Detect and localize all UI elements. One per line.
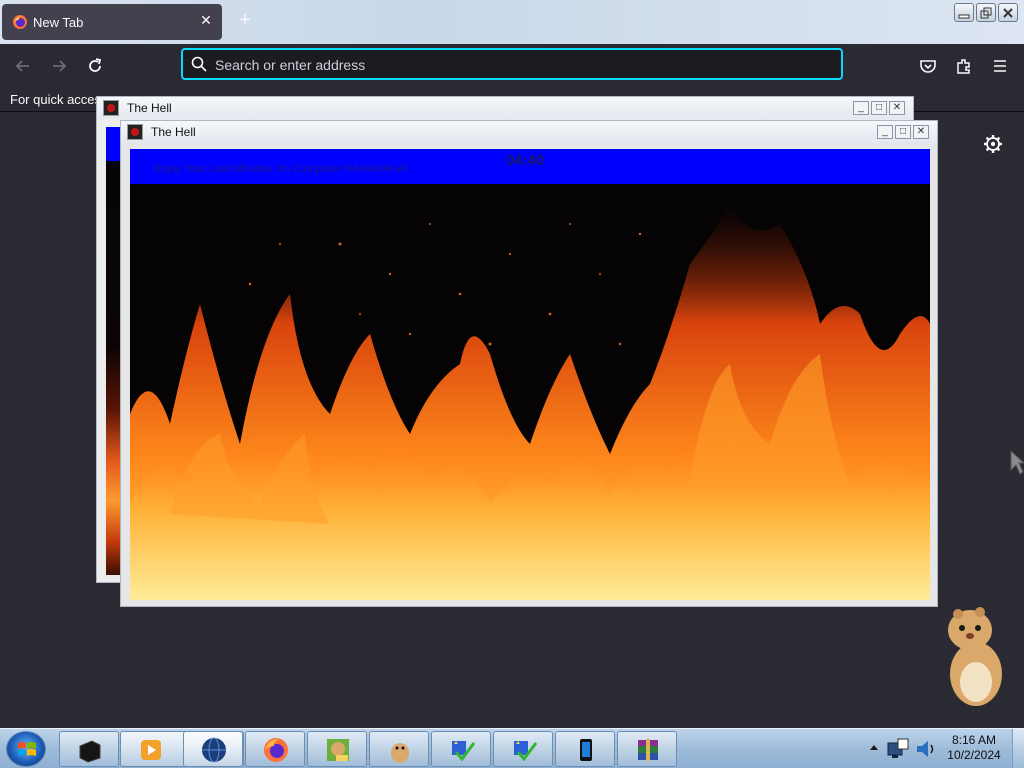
tray-expand-icon[interactable] [870, 743, 878, 751]
taskbar-checklist-app[interactable] [431, 731, 491, 767]
black-box-icon [79, 740, 101, 763]
reload-button[interactable] [82, 53, 108, 79]
window-buttons: _ □ ✕ [877, 125, 931, 140]
bookmarks-hint: For quick access [10, 92, 108, 107]
minimize-button[interactable]: _ [877, 125, 893, 139]
tab-new-tab[interactable]: New Tab ✕ [2, 4, 222, 40]
skull-app-icon [103, 100, 119, 116]
restore-button[interactable] [976, 3, 996, 22]
close-window-button[interactable] [998, 3, 1018, 22]
network-icon[interactable] [886, 737, 910, 761]
media-player-icon [141, 740, 161, 760]
system-clock[interactable]: 8:16 AM 10/2/2024 [942, 733, 1006, 763]
pocket-button[interactable] [915, 53, 941, 79]
volume-icon[interactable] [914, 737, 938, 761]
taskbar-winrar[interactable] [617, 731, 677, 767]
show-desktop-button[interactable] [1012, 729, 1024, 768]
phone-icon [580, 739, 592, 761]
the-hell-window-front[interactable]: The Hell _ □ ✕ 04:40 Enjoy Your Last Min… [120, 120, 938, 607]
globe-icon [202, 737, 226, 763]
reload-icon [89, 58, 102, 72]
window-titlebar[interactable]: The Hell _ □ ✕ [97, 97, 913, 119]
close-icon [1003, 8, 1013, 18]
warning-text: Enjoy Your Last Minutes On Computer HAHA… [154, 163, 409, 175]
address-input[interactable] [215, 55, 815, 75]
hell-banner: 04:40 Enjoy Your Last Minutes On Compute… [130, 149, 930, 184]
arrow-right-icon [53, 60, 67, 72]
taskbar-checklist-app-2[interactable] [493, 731, 553, 767]
taskbar-hamster-box-app[interactable] [307, 731, 367, 767]
window-buttons: _ □ ✕ [853, 101, 907, 116]
checklist-icon [514, 741, 538, 762]
firefox-icon [264, 738, 288, 762]
clock-time: 8:16 AM [951, 733, 997, 747]
countdown-timer: 04:40 [506, 152, 545, 169]
taskbar-firefox[interactable] [245, 731, 305, 767]
window-title: The Hell [127, 101, 172, 115]
winrar-icon [638, 739, 658, 761]
arrow-left-icon [15, 60, 29, 72]
taskbar-hamster-app[interactable] [369, 731, 429, 767]
taskbar-globe-app[interactable] [183, 731, 243, 767]
window-title: The Hell [151, 125, 196, 139]
minimize-icon [958, 14, 970, 19]
pocket-icon [920, 60, 936, 73]
start-button[interactable] [6, 731, 46, 767]
close-button[interactable]: ✕ [889, 101, 905, 115]
skull-app-icon [127, 124, 143, 140]
extensions-button[interactable] [951, 53, 977, 79]
window-titlebar[interactable]: The Hell _ □ ✕ [121, 121, 937, 143]
puzzle-icon [957, 59, 970, 74]
tab-close-icon[interactable]: ✕ [198, 12, 214, 28]
system-tray [864, 729, 944, 768]
hamster-desktop-pet[interactable] [940, 604, 1012, 708]
back-button[interactable] [10, 53, 36, 79]
taskbar-phone-app[interactable] [555, 731, 615, 767]
navigation-toolbar [0, 44, 1024, 86]
tab-strip: New Tab ✕ + [0, 0, 1024, 44]
mouse-cursor-icon [1010, 450, 1024, 475]
checklist-icon [452, 741, 476, 762]
maximize-button[interactable]: □ [895, 125, 911, 139]
minimize-button[interactable]: _ [853, 101, 869, 115]
tab-title: New Tab [33, 15, 84, 30]
new-tab-button[interactable]: + [236, 10, 254, 30]
taskbar-black-box-app[interactable] [59, 731, 119, 767]
hamburger-icon [994, 60, 1006, 72]
windows-logo-icon [18, 742, 36, 756]
restore-icon [980, 7, 992, 19]
forward-button[interactable] [46, 53, 72, 79]
minimize-button[interactable] [954, 3, 974, 22]
search-icon [191, 56, 207, 72]
hamster-box-icon [327, 739, 349, 761]
fire-image [130, 184, 930, 600]
menu-button[interactable] [987, 53, 1013, 79]
firefox-icon [13, 15, 27, 29]
hamster-icon [391, 743, 409, 763]
close-button[interactable]: ✕ [913, 125, 929, 139]
clock-date: 10/2/2024 [947, 748, 1001, 762]
taskbar: 8:16 AM 10/2/2024 [0, 728, 1024, 768]
address-bar[interactable] [181, 48, 843, 80]
maximize-button[interactable]: □ [871, 101, 887, 115]
fire-graphic [130, 184, 930, 600]
gear-icon[interactable] [983, 134, 1003, 154]
